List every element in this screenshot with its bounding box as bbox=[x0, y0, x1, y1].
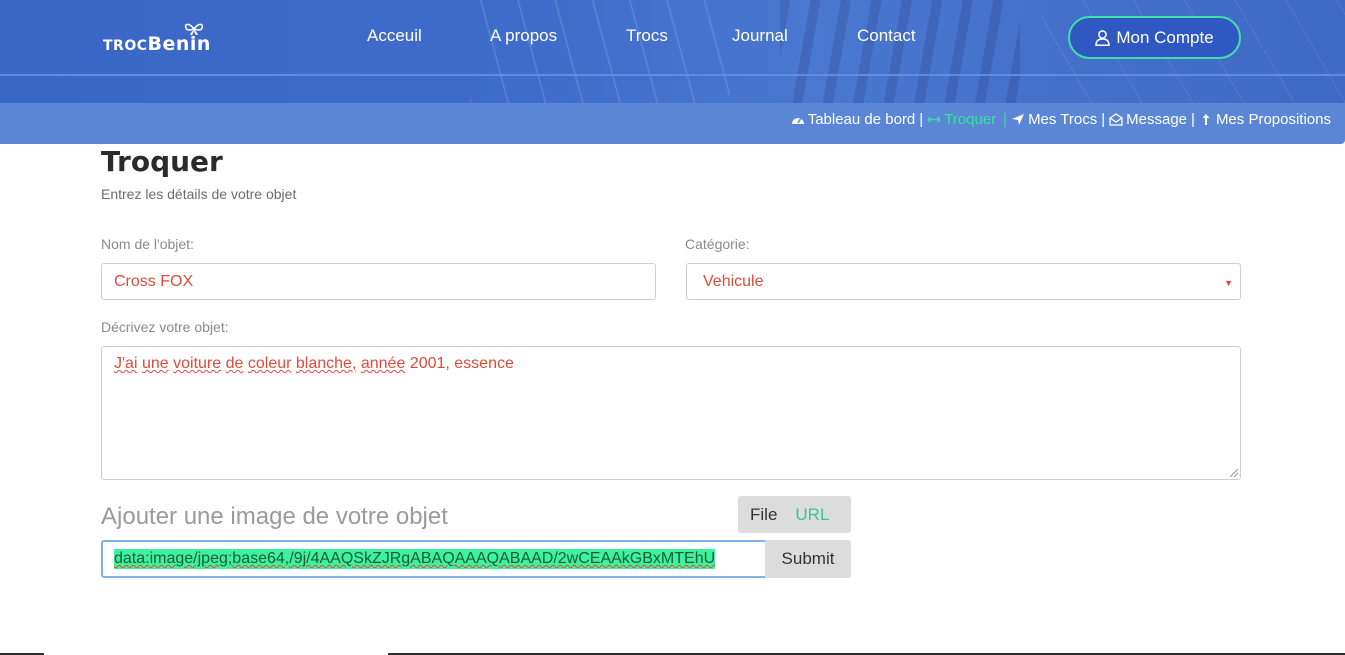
item-name-value: Cross FOX bbox=[114, 272, 194, 290]
header-divider bbox=[0, 74, 1345, 76]
description-word: coleur bbox=[247, 355, 292, 372]
description-word: blanche, bbox=[295, 355, 357, 372]
page-subtitle: Entrez les détails de votre objet bbox=[101, 186, 297, 202]
brand-wordmark-prefix: TROC bbox=[103, 38, 148, 54]
description-word: de bbox=[225, 355, 244, 372]
chevron-down-icon: ▼ bbox=[1224, 278, 1233, 288]
resize-handle-icon[interactable] bbox=[1230, 469, 1238, 477]
subnav-label: Mes Trocs bbox=[1028, 111, 1098, 128]
tab-url[interactable]: URL bbox=[783, 505, 829, 525]
category-value: Vehicule bbox=[703, 272, 764, 290]
description-label: Décrivez votre objet: bbox=[101, 319, 229, 335]
category-label: Catégorie: bbox=[685, 236, 750, 252]
nav-link-contact[interactable]: Contact bbox=[857, 26, 916, 46]
description-textarea[interactable]: J'ai une voiture de coleur blanche, anné… bbox=[101, 346, 1241, 480]
subnav-item-tableau-de-bord[interactable]: Tableau de bord bbox=[791, 111, 916, 128]
subnav-separator: | bbox=[1101, 111, 1106, 128]
location-arrow-icon bbox=[1012, 114, 1025, 125]
dashboard-icon bbox=[791, 117, 804, 124]
nav-link-a-propos[interactable]: A propos bbox=[490, 26, 557, 46]
dashboard-subnav: Tableau de bord | Troquer | Mes Trocs | … bbox=[0, 103, 1345, 144]
category-select[interactable]: Vehicule ▼ bbox=[686, 263, 1241, 300]
description-word: 2001, essence bbox=[409, 355, 514, 372]
subnav-separator: | bbox=[1003, 111, 1008, 128]
item-name-label: Nom de l'objet: bbox=[101, 236, 194, 252]
envelope-open-icon bbox=[1109, 113, 1123, 126]
image-source-tabs: File URL bbox=[738, 496, 851, 533]
subnav-separator: | bbox=[919, 111, 924, 128]
subnav-label: Troquer bbox=[944, 111, 997, 128]
subnav-label: Message bbox=[1126, 111, 1188, 128]
subnav-item-troquer[interactable]: Troquer | bbox=[927, 111, 1011, 128]
user-icon bbox=[1095, 29, 1111, 46]
subnav-separator: | bbox=[1191, 111, 1195, 128]
header-background-decoration bbox=[780, 0, 1020, 103]
description-word: J'ai bbox=[114, 355, 138, 372]
image-section-title: Ajouter une image de votre objet bbox=[101, 503, 448, 530]
header-background-decoration bbox=[470, 0, 730, 103]
exchange-icon bbox=[927, 116, 941, 123]
brand-wordmark-suffix: Benin bbox=[147, 33, 211, 55]
submit-button[interactable]: Submit bbox=[765, 540, 851, 578]
subnav-label: Mes Propositions bbox=[1215, 111, 1331, 128]
arrow-up-icon bbox=[1202, 114, 1210, 125]
subnav-item-message[interactable]: Message bbox=[1109, 111, 1187, 128]
nav-link-journal[interactable]: Journal bbox=[732, 26, 788, 46]
subnav-item-mes-propositions[interactable]: Mes Propositions bbox=[1199, 111, 1331, 128]
item-name-input[interactable]: Cross FOX bbox=[101, 263, 656, 300]
description-word: une bbox=[141, 355, 169, 372]
image-url-input[interactable]: data:image/jpeg;base64,/9j/4AAQSkZJRgABA… bbox=[101, 540, 767, 578]
nav-link-acceuil[interactable]: Acceuil bbox=[367, 26, 422, 46]
tab-file[interactable]: File bbox=[738, 505, 777, 525]
brand-wordmark: TROCBenin bbox=[103, 33, 211, 55]
image-url-value: data:image/jpeg;base64,/9j/4AAQSkZJRgABA… bbox=[114, 549, 716, 569]
page-title: Troquer bbox=[101, 145, 223, 178]
description-word: voiture bbox=[173, 355, 222, 372]
subnav-links: Tableau de bord | Troquer | Mes Trocs | … bbox=[791, 111, 1331, 128]
brand-logo[interactable]: TROCBenin bbox=[103, 22, 213, 58]
description-word: année bbox=[360, 355, 406, 372]
subnav-label: Tableau de bord bbox=[807, 111, 916, 128]
account-button-label: Mon Compte bbox=[1116, 27, 1214, 47]
nav-link-trocs[interactable]: Trocs bbox=[626, 26, 668, 46]
subnav-item-mes-trocs[interactable]: Mes Trocs bbox=[1011, 111, 1097, 128]
site-header: TROCBenin Acceuil A propos Trocs Journal… bbox=[0, 0, 1345, 103]
account-button[interactable]: Mon Compte bbox=[1068, 16, 1241, 59]
